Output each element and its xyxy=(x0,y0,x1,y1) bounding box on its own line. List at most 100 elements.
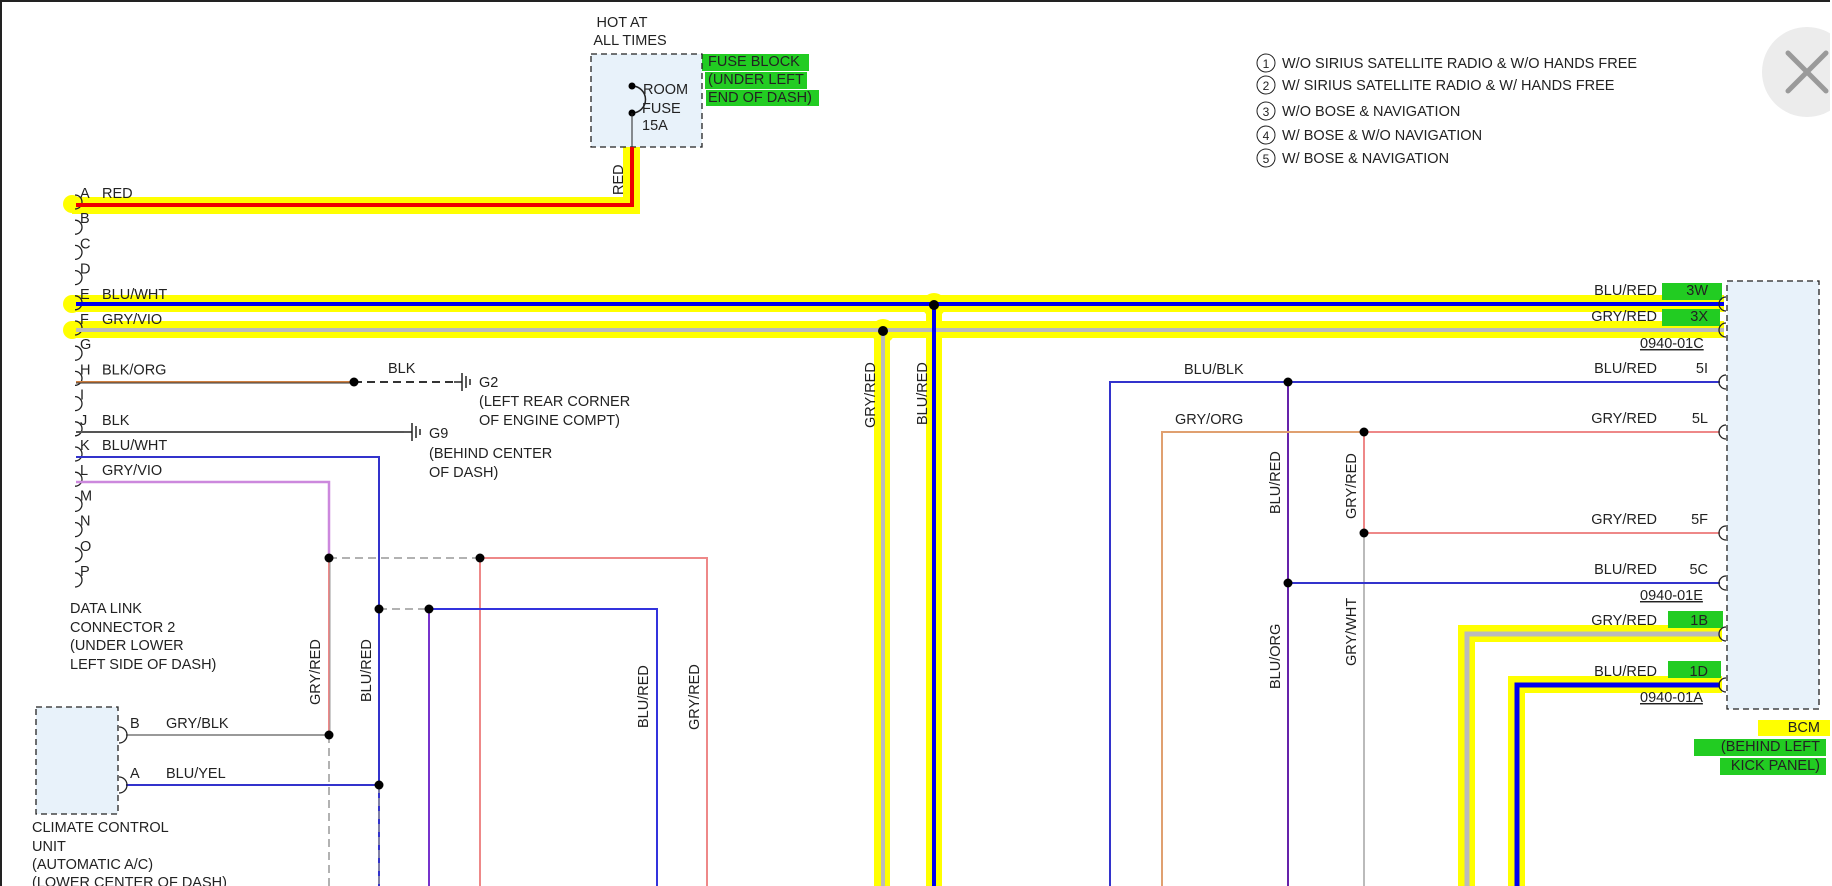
g9-id: G9 xyxy=(429,426,448,442)
vlabel-left-blu-red: BLU/RED xyxy=(359,639,375,702)
connector-id-01e: 0940-01E xyxy=(1640,588,1703,604)
wire-red-a xyxy=(76,147,634,207)
bcm-pin-id: 5I xyxy=(1696,361,1708,377)
vlabel-r-blu-red: BLU/RED xyxy=(1268,451,1284,514)
dlc-pin-letter: P xyxy=(80,564,90,580)
g9-desc-line2: OF DASH) xyxy=(429,465,498,481)
fuse-block-label-line1: FUSE BLOCK xyxy=(708,54,800,70)
bcm-pin-id: 5L xyxy=(1692,411,1708,427)
bcm-label-line3: KICK PANEL) xyxy=(1731,758,1820,774)
ground-g9-symbol xyxy=(404,423,421,441)
vlabel-r-blu-org: BLU/ORG xyxy=(1268,624,1284,689)
bcm-pin-wire: GRY/RED xyxy=(1591,411,1657,427)
dlc-pin-wire: RED xyxy=(102,186,133,202)
bcm-pin-wire: BLU/RED xyxy=(1594,664,1657,680)
dlc-pin-wire: GRY/VIO xyxy=(102,463,162,479)
data-link-connector: A RED BCDE BLU/WHT F GRY/VIO GH BLK/ORG IJ BLK K BL… xyxy=(74,186,167,588)
bcm-pin-wire: GRY/RED xyxy=(1591,512,1657,528)
dlc-pin-letter: D xyxy=(80,262,90,278)
wiring-diagram: HOT AT ALL TIMES ROOM FUSE 15A FUSE BLOC… xyxy=(32,15,1830,886)
vlabel-r-gry-red: GRY/RED xyxy=(1344,453,1360,519)
bcm-pin-id: 1D xyxy=(1689,664,1708,680)
wiring-diagram-frame: HOT AT ALL TIMES ROOM FUSE 15A FUSE BLOC… xyxy=(0,0,1830,886)
g2-id: G2 xyxy=(479,375,498,391)
g2-desc-line1: (LEFT REAR CORNER xyxy=(479,394,630,410)
dlc-label-line1: DATA LINK xyxy=(70,601,142,617)
ccu-label-line1: CLIMATE CONTROL xyxy=(32,820,169,836)
dlc-pin-letter: E xyxy=(80,287,90,303)
hot-label-line2: ALL TIMES xyxy=(593,33,666,49)
ccu-label-line4: (LOWER CENTER OF DASH) xyxy=(32,875,227,886)
dlc-pin-letter: H xyxy=(80,362,90,378)
bcm-pin-id: 1B xyxy=(1690,613,1708,629)
wire-mid-blu-red xyxy=(429,608,658,886)
wire-mid-gry-red xyxy=(480,557,708,886)
bcm-pin-wire: GRY/RED xyxy=(1591,613,1657,629)
ground-g2-symbol xyxy=(454,373,471,391)
dlc-pin-letter: N xyxy=(80,514,90,530)
dlc-label-line2: CONNECTOR 2 xyxy=(70,620,175,636)
note-number: 5 xyxy=(1263,152,1270,166)
vlabel-trunk-gry-red: GRY/RED xyxy=(863,362,879,428)
fuse-rating: 15A xyxy=(642,118,668,134)
vlabel-trunk-blu-red: BLU/RED xyxy=(915,362,931,425)
ground-wire-label: BLK xyxy=(388,361,416,377)
climate-control-unit xyxy=(35,706,128,815)
wire-gry-vio-l xyxy=(76,480,331,558)
bcm-pin-wire: BLU/RED xyxy=(1594,283,1657,299)
vlabel-r-gry-wht: GRY/WHT xyxy=(1344,598,1360,666)
bcm-pin-wire: BLU/RED xyxy=(1594,361,1657,377)
dlc-label-line4: LEFT SIDE OF DASH) xyxy=(70,657,216,673)
note-number: 1 xyxy=(1263,57,1270,71)
connector-id-01a: 0940-01A xyxy=(1640,690,1703,706)
dlc-pin-letter: L xyxy=(80,463,88,479)
bcm-pin-socket xyxy=(1718,374,1727,390)
dlc-label-line3: (UNDER LOWER xyxy=(70,638,184,654)
g9-desc-line1: (BEHIND CENTER xyxy=(429,446,552,462)
bcm-module xyxy=(1726,280,1820,710)
wires xyxy=(76,147,1724,886)
dlc-pin-letter: G xyxy=(80,337,91,353)
wire-gry-org xyxy=(1161,431,1364,886)
g2-desc-line2: OF ENGINE COMPT) xyxy=(479,413,620,429)
fuse-block-label-line2: (UNDER LEFT xyxy=(708,72,804,88)
bcm-pin-socket xyxy=(1718,525,1727,541)
dlc-pin-letter: K xyxy=(80,438,90,454)
note-text: W/ BOSE & W/O NAVIGATION xyxy=(1282,128,1482,144)
ccu-wire-a: BLU/YEL xyxy=(166,766,226,782)
vlabel-left-gry-red: GRY/RED xyxy=(308,639,324,705)
dlc-pin-wire: GRY/VIO xyxy=(102,312,162,328)
wire-blu-red-1d xyxy=(1514,682,1720,886)
bcm-pin-wire: BLU/RED xyxy=(1594,562,1657,578)
label-blu-blk: BLU/BLK xyxy=(1184,362,1244,378)
note-number: 3 xyxy=(1263,105,1270,119)
bcm-label-line2: (BEHIND LEFT xyxy=(1721,739,1820,755)
vlabel-mid-blu-red: BLU/RED xyxy=(636,665,652,728)
fuse-block-label-line3: END OF DASH) xyxy=(708,90,812,106)
dlc-pin-letter: C xyxy=(80,236,90,252)
dlc-pin-letter: I xyxy=(80,388,84,404)
vlabel-mid-gry-red: GRY/RED xyxy=(687,664,703,730)
bcm-pin-socket xyxy=(1718,575,1727,591)
bcm-label-line1: BCM xyxy=(1788,720,1820,736)
dlc-pin-letter: A xyxy=(80,186,90,202)
bcm-pin-id: 3X xyxy=(1690,309,1708,325)
bcm-pin-id: 5F xyxy=(1691,512,1708,528)
note-number: 4 xyxy=(1263,129,1270,143)
ccu-wire-b: GRY/BLK xyxy=(166,716,229,732)
ccu-label-line2: UNIT xyxy=(32,839,66,855)
dlc-pin-letter: F xyxy=(80,312,89,328)
fuse-name-line1: ROOM xyxy=(643,82,688,98)
dlc-pin-wire: BLU/WHT xyxy=(102,438,167,454)
dlc-pin-wire: BLK/ORG xyxy=(102,362,166,378)
ccu-pin-a: A xyxy=(130,766,140,782)
note-text: W/ BOSE & NAVIGATION xyxy=(1282,151,1449,167)
ccu-label-line3: (AUTOMATIC A/C) xyxy=(32,857,153,873)
label-gry-org: GRY/ORG xyxy=(1175,412,1243,428)
dlc-pin-wire: BLU/WHT xyxy=(102,287,167,303)
bcm-pin-id: 5C xyxy=(1689,562,1708,578)
highlight-bands xyxy=(63,142,1724,886)
fuse-wire-label: RED xyxy=(611,164,627,195)
dlc-pin-wire: BLK xyxy=(102,413,130,429)
dlc-pin-letter: O xyxy=(80,539,91,555)
